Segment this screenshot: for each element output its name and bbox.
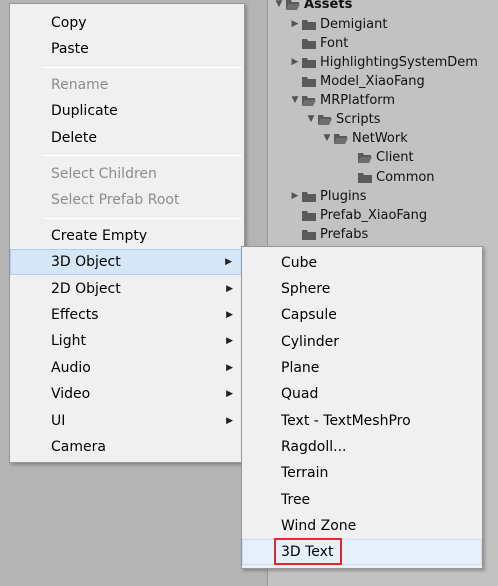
menu-item-2d-object[interactable]: 2D Object ▶ (10, 276, 244, 302)
submenu-item-sphere[interactable]: Sphere (242, 276, 482, 302)
menu-item-paste[interactable]: Paste (10, 36, 244, 62)
tree-label: Demigiant (320, 17, 388, 32)
submenu-item-cube[interactable]: Cube (242, 250, 482, 276)
menu-item-label: Audio (51, 360, 91, 376)
folder-icon (301, 75, 317, 87)
expand-arrow-icon[interactable]: ▶ (289, 53, 301, 72)
folder-open-icon (317, 113, 333, 125)
tree-label: Font (320, 36, 349, 51)
menu-item-3d-object[interactable]: 3D Object ▶ (10, 249, 244, 275)
submenu-item-plane[interactable]: Plane (242, 355, 482, 381)
menu-item-select-prefab-root: Select Prefab Root (51, 192, 180, 208)
menu-item-label: Effects (51, 307, 99, 323)
menu-item-create-empty[interactable]: Create Empty (10, 223, 244, 249)
menu-item-camera[interactable]: Camera (10, 434, 244, 460)
submenu-arrow-icon: ▶ (226, 284, 233, 294)
submenu-item-ragdoll[interactable]: Ragdoll... (242, 434, 482, 460)
folder-open-icon (333, 132, 349, 144)
menu-item-label: 2D Object (51, 281, 121, 297)
submenu-item-capsule[interactable]: Capsule (242, 302, 482, 328)
tree-row-demigiant[interactable]: ▶ Demigiant (289, 15, 388, 34)
expand-arrow-icon[interactable]: ▼ (273, 0, 285, 14)
submenu-item-wind-zone[interactable]: Wind Zone (242, 513, 482, 539)
menu-item-effects[interactable]: Effects ▶ (10, 302, 244, 328)
folder-icon (301, 228, 317, 240)
menu-item-copy[interactable]: Copy (10, 10, 244, 36)
menu-item-label: UI (51, 413, 66, 429)
folder-open-icon (285, 0, 301, 10)
submenu-item-tree[interactable]: Tree (242, 487, 482, 513)
menu-item-light[interactable]: Light ▶ (10, 328, 244, 354)
submenu-item-quad[interactable]: Quad (242, 381, 482, 407)
tree-row-prefab-xiaofang[interactable]: Prefab_XiaoFang (301, 206, 427, 225)
menu-separator (43, 218, 242, 219)
expand-arrow-icon[interactable]: ▶ (289, 187, 301, 206)
submenu-arrow-icon: ▶ (226, 336, 233, 346)
tree-row-model-xiaofang[interactable]: Model_XiaoFang (301, 72, 425, 91)
folder-icon (301, 18, 317, 30)
tree-row-assets[interactable]: ▼ Assets (273, 0, 352, 14)
tree-label: Prefabs (320, 227, 369, 242)
menu-item-rename: Rename (51, 77, 109, 93)
tree-label: Client (376, 150, 414, 165)
menu-separator (43, 67, 242, 68)
folder-icon (301, 190, 317, 202)
tree-row-mrplatform[interactable]: ▼ MRPlatform (289, 91, 396, 110)
folder-icon (301, 56, 317, 68)
tree-label: HighlightingSystemDem (320, 55, 478, 70)
expand-arrow-icon[interactable]: ▶ (289, 15, 301, 34)
expand-arrow-icon[interactable]: ▼ (289, 91, 301, 110)
tree-label: MRPlatform (320, 93, 396, 108)
tree-label: Model_XiaoFang (320, 74, 425, 89)
menu-item-audio[interactable]: Audio ▶ (10, 355, 244, 381)
expand-arrow-icon[interactable]: ▼ (321, 129, 333, 148)
expand-arrow-icon[interactable]: ▼ (305, 110, 317, 129)
tree-row-scripts[interactable]: ▼ Scripts (305, 110, 381, 129)
folder-icon (357, 171, 373, 183)
tree-label: Prefab_XiaoFang (320, 208, 428, 223)
3d-object-submenu: Cube Sphere Capsule Cylinder Plane Quad … (241, 246, 483, 569)
submenu-item-3d-text[interactable]: 3D Text (242, 539, 482, 565)
submenu-item-cylinder[interactable]: Cylinder (242, 329, 482, 355)
tree-row-plugins[interactable]: ▶ Plugins (289, 187, 367, 206)
menu-item-duplicate[interactable]: Duplicate (10, 98, 244, 124)
hierarchy-context-menu: Copy Paste Rename Duplicate Delete Selec… (9, 3, 245, 463)
tree-row-network[interactable]: ▼ NetWork (321, 129, 408, 148)
menu-item-delete[interactable]: Delete (10, 125, 244, 151)
menu-item-label: 3D Object (51, 254, 121, 270)
submenu-arrow-icon: ▶ (226, 363, 233, 373)
menu-item-label: Video (51, 386, 91, 402)
folder-icon (301, 209, 317, 221)
tree-label: Assets (304, 0, 353, 12)
submenu-arrow-icon: ▶ (226, 310, 233, 320)
folder-open-icon (357, 151, 373, 163)
tree-label: Plugins (320, 189, 367, 204)
tree-row-font[interactable]: Font (301, 34, 348, 53)
menu-item-select-children: Select Children (51, 166, 157, 182)
submenu-arrow-icon: ▶ (225, 257, 232, 267)
submenu-arrow-icon: ▶ (226, 416, 233, 426)
tree-label: NetWork (352, 131, 408, 146)
menu-separator (43, 155, 242, 156)
submenu-item-text-meshpro[interactable]: Text - TextMeshPro (242, 408, 482, 434)
menu-item-video[interactable]: Video ▶ (10, 381, 244, 407)
folder-icon (301, 37, 317, 49)
submenu-arrow-icon: ▶ (226, 389, 233, 399)
tree-row-prefabs[interactable]: Prefabs (301, 225, 368, 244)
folder-open-icon (301, 94, 317, 106)
tree-label: Common (376, 170, 435, 185)
tree-row-client[interactable]: Client (357, 148, 414, 167)
tree-label: Scripts (336, 112, 381, 127)
menu-item-label: Light (51, 333, 86, 349)
menu-item-ui[interactable]: UI ▶ (10, 408, 244, 434)
tree-row-highlighting[interactable]: ▶ HighlightingSystemDem (289, 53, 478, 72)
submenu-item-terrain[interactable]: Terrain (242, 460, 482, 486)
tree-row-common[interactable]: Common (357, 168, 435, 187)
